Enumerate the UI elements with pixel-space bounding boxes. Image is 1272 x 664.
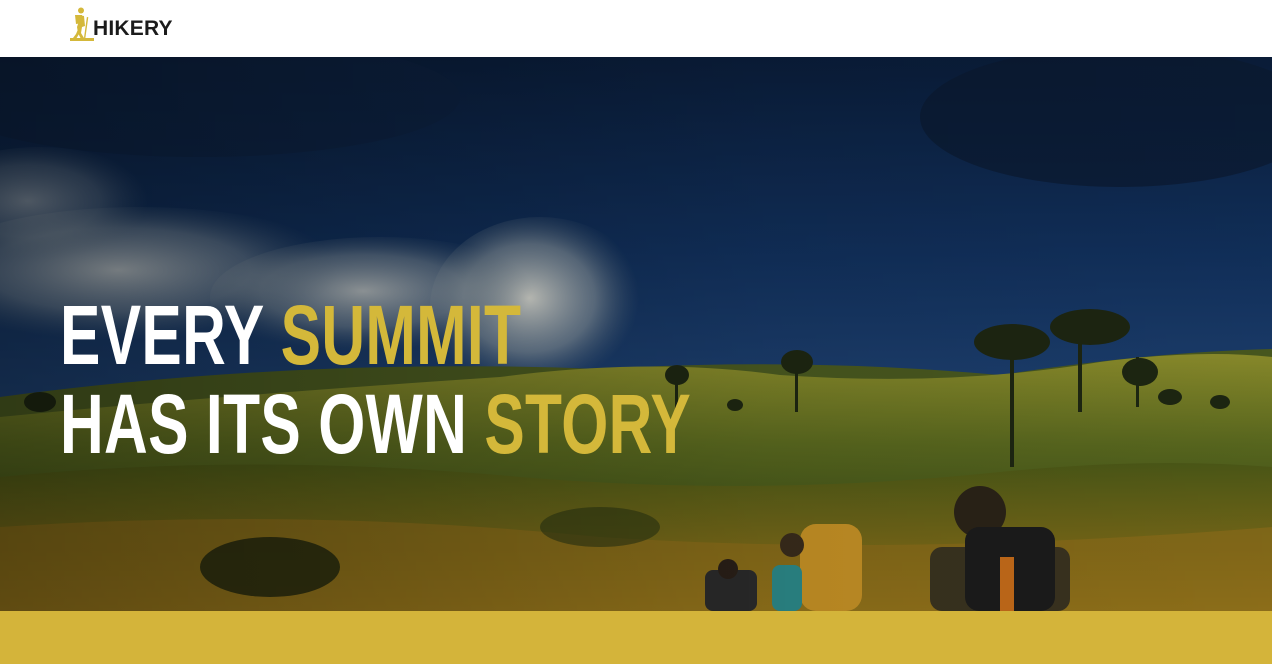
hero-section: EVERY SUMMIT HAS ITS OWN STORY xyxy=(0,57,1272,611)
brand-name: HIKERY xyxy=(93,17,173,40)
headline-line2-white: HAS ITS OWN xyxy=(60,377,468,471)
headline-line1-white: EVERY xyxy=(60,288,264,382)
hiker-icon xyxy=(70,7,94,41)
headline-line-1: EVERY SUMMIT xyxy=(60,291,691,380)
headline-line2-accent: STORY xyxy=(484,377,692,471)
accent-band xyxy=(0,611,1272,664)
hero-headline: EVERY SUMMIT HAS ITS OWN STORY xyxy=(60,291,691,469)
headline-line1-accent: SUMMIT xyxy=(280,288,522,382)
headline-line-2: HAS ITS OWN STORY xyxy=(60,380,691,469)
brand-logo[interactable]: HIKERY xyxy=(70,7,173,41)
site-header: HIKERY xyxy=(0,0,1272,57)
